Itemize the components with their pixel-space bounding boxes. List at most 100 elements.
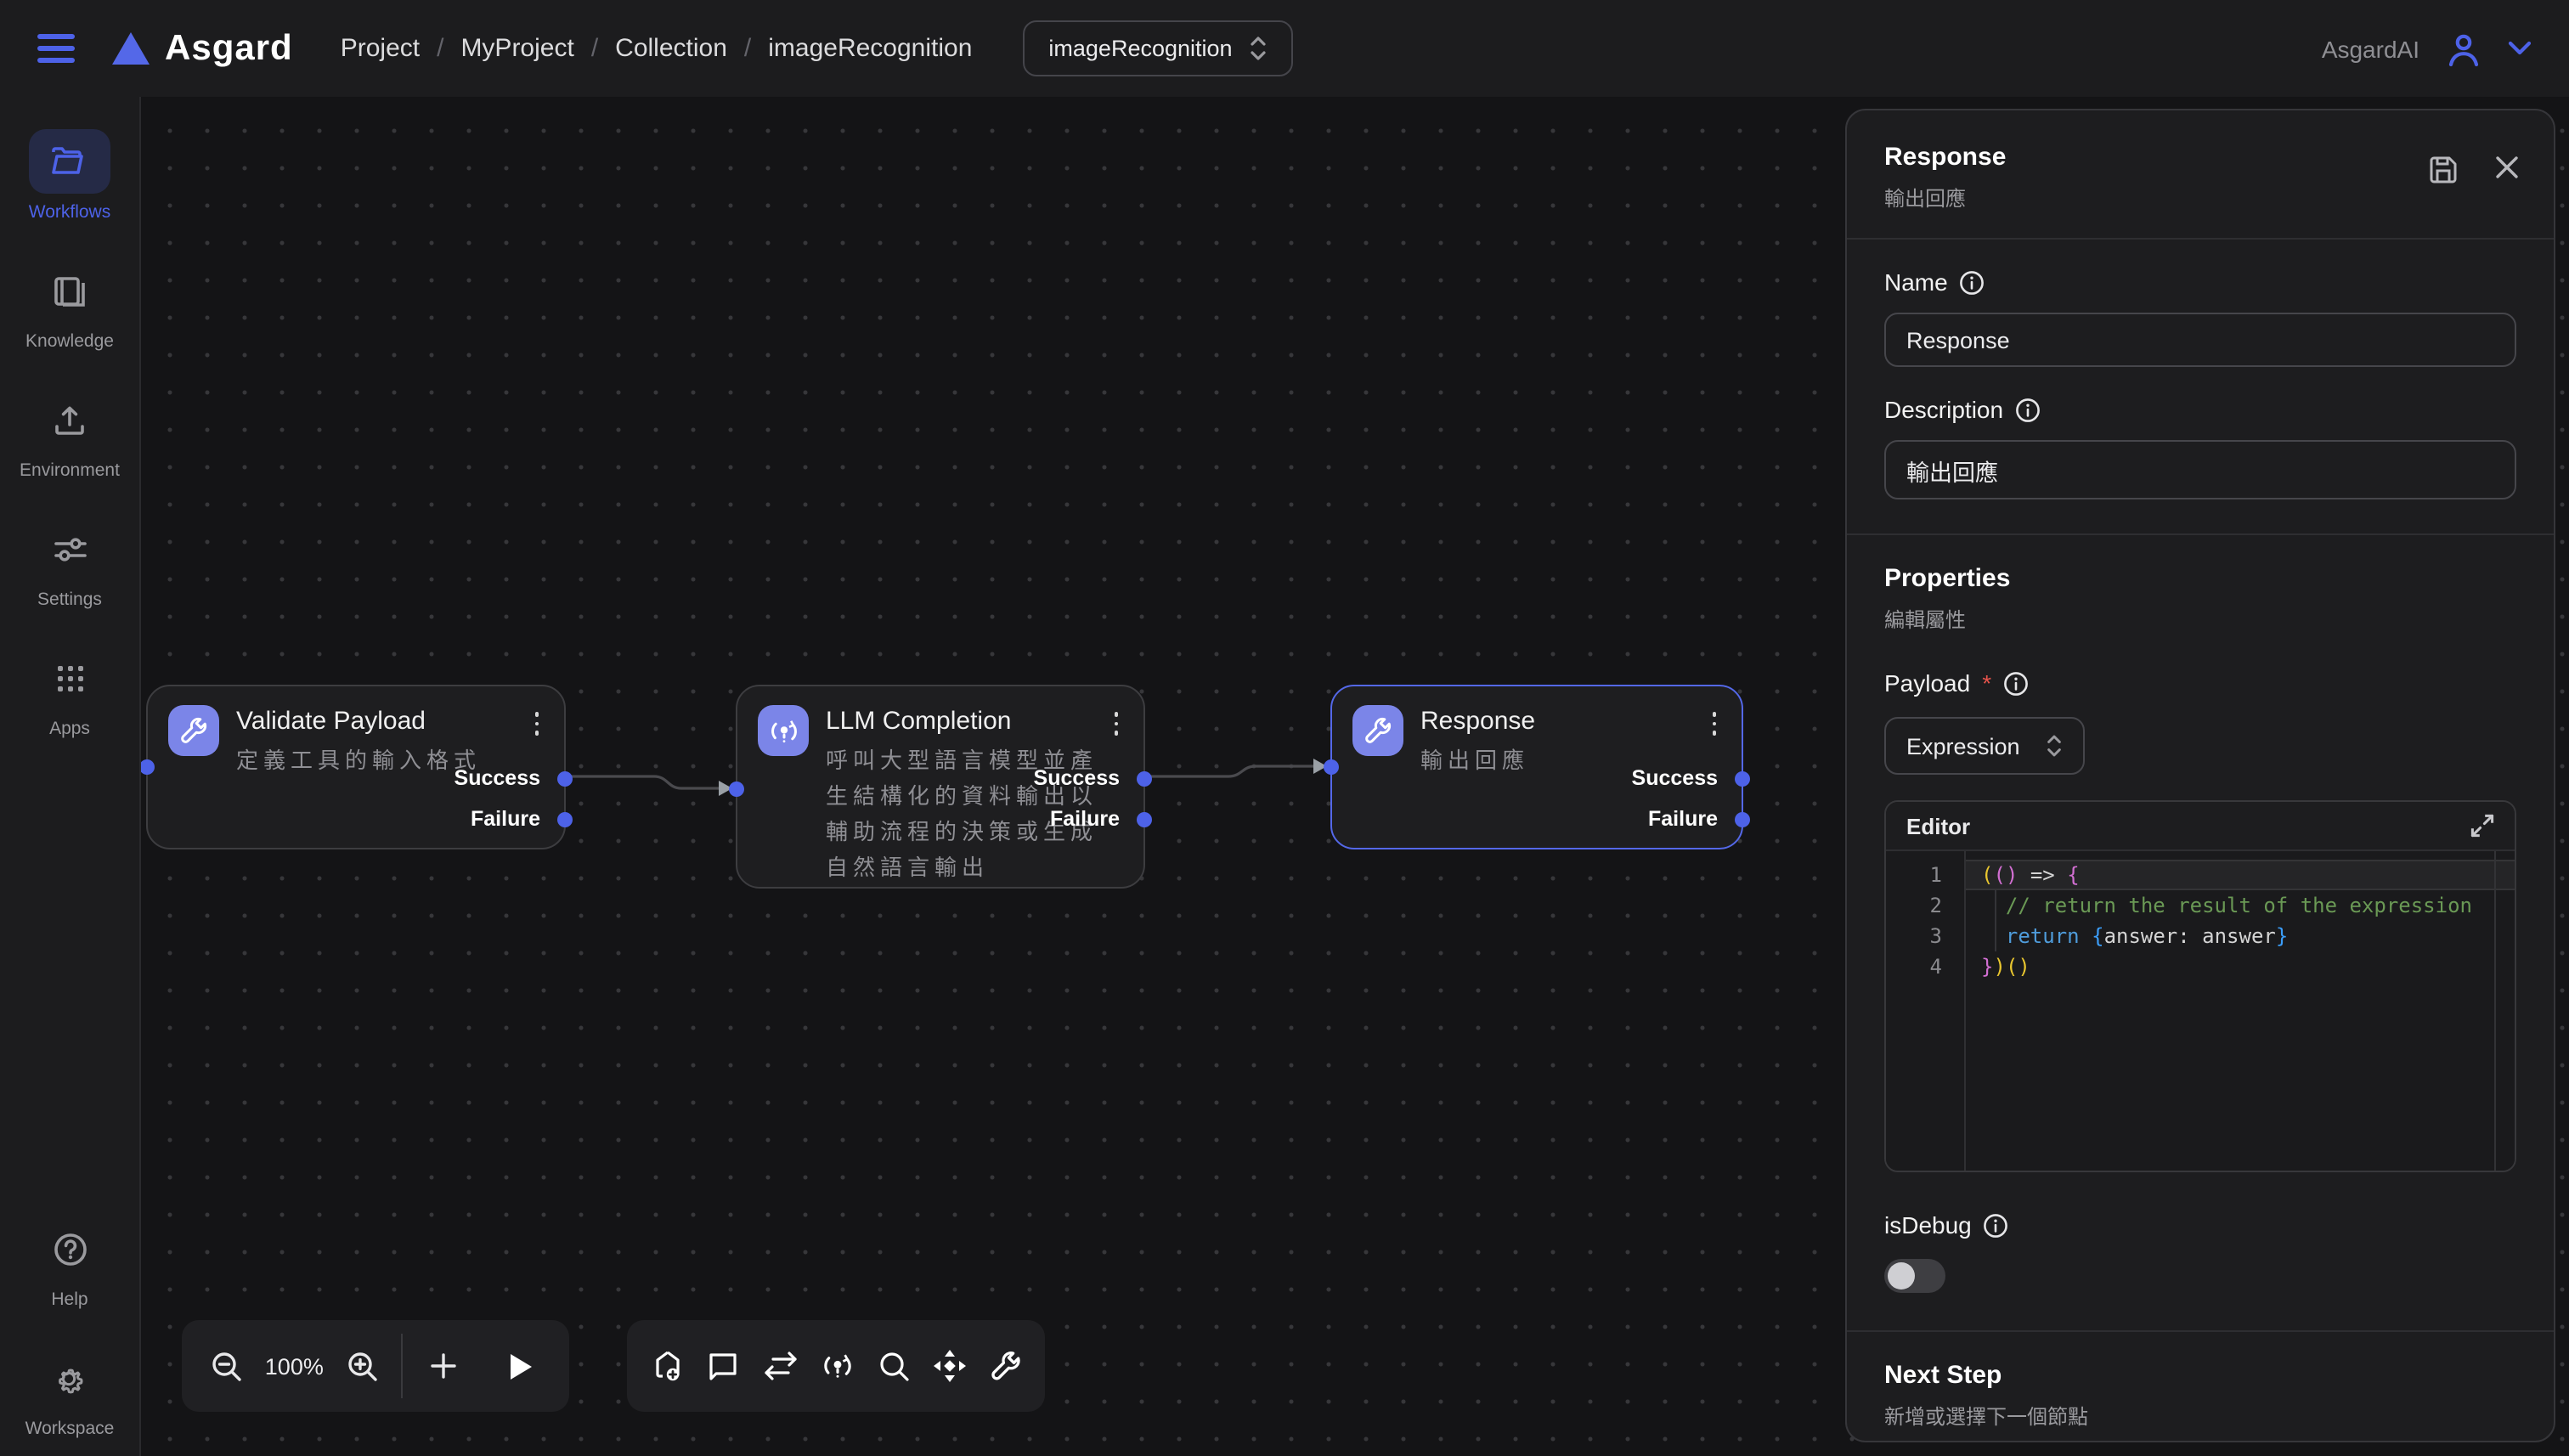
llm-refresh-icon[interactable] <box>821 1349 855 1383</box>
node-config-panel: Response 輸出回應 Name Response <box>1845 109 2555 1442</box>
panel-properties-section: Properties 編輯屬性 Payload * Expression Edi… <box>1847 535 2554 1330</box>
required-mark: * <box>1982 669 1991 697</box>
node-llm-completion[interactable]: LLM Completion 呼叫大型語言模型並產生結構化的資料輸出以輔助流程的… <box>736 685 1145 889</box>
node-title: Response <box>1420 707 1535 736</box>
code-editor-area[interactable]: 1 (() => { 2 // return the result of the… <box>1886 851 2515 1171</box>
sliders-icon <box>52 534 88 563</box>
app-root: Asgard Project / MyProject / Collection … <box>0 0 2569 1456</box>
payload-label: Payload <box>1884 669 1970 697</box>
name-label: Name <box>1884 268 1948 296</box>
wrench-icon <box>1352 705 1403 756</box>
isdebug-toggle[interactable] <box>1884 1259 1945 1293</box>
user-label: AsgardAI <box>2322 35 2419 62</box>
node-output-failure: Failure <box>1648 807 1718 831</box>
move-diamond-icon[interactable] <box>933 1349 967 1383</box>
success-port[interactable] <box>1137 770 1152 786</box>
add-node-icon[interactable] <box>650 1349 684 1383</box>
unfold-chevrons-icon <box>2046 734 2063 758</box>
info-icon[interactable] <box>2015 397 2041 422</box>
upload-icon <box>53 404 87 436</box>
close-icon[interactable] <box>2494 155 2520 180</box>
failure-port[interactable] <box>1735 811 1750 827</box>
user-menu-chevron-down-icon[interactable] <box>2508 41 2532 56</box>
sidebar-item-label: Workspace <box>25 1419 115 1439</box>
sidebar-item-workspace[interactable]: Workspace <box>25 1346 115 1439</box>
properties-title: Properties <box>1884 564 2516 593</box>
help-circle-icon <box>52 1231 88 1267</box>
sidebar-item-apps[interactable]: Apps <box>29 646 110 739</box>
sidebar-item-label: Workflows <box>29 202 110 223</box>
comment-icon[interactable] <box>707 1350 739 1382</box>
node-menu-kebab-icon[interactable] <box>531 708 542 738</box>
node-output-failure: Failure <box>471 807 540 831</box>
node-response[interactable]: Response 輸出回應 Success Failure <box>1330 685 1743 849</box>
sidebar-item-label: Apps <box>49 719 90 739</box>
app-logo[interactable]: Asgard <box>112 28 293 69</box>
breadcrumb: Project / MyProject / Collection / image… <box>341 34 973 63</box>
sidebar-item-settings[interactable]: Settings <box>29 516 110 610</box>
logo-text: Asgard <box>165 28 293 69</box>
expand-fullscreen-icon[interactable] <box>2470 814 2494 838</box>
zoom-toolbar: 100% <box>182 1320 569 1412</box>
sidebar-item-workflows[interactable]: Workflows <box>29 129 110 223</box>
node-validate-payload[interactable]: Validate Payload 定義工具的輸入格式 Success Failu… <box>146 685 566 849</box>
breadcrumb-project[interactable]: Project <box>341 34 420 63</box>
code-line-1: 1 (() => { <box>1886 860 2515 890</box>
breadcrumb-myproject[interactable]: MyProject <box>460 34 573 63</box>
swap-arrows-icon[interactable] <box>762 1351 798 1381</box>
left-sidebar: Workflows Knowledge Environment <box>0 97 141 1456</box>
info-icon[interactable] <box>1960 269 1985 295</box>
workflow-selector-dropdown[interactable]: imageRecognition <box>1023 20 1293 76</box>
node-output-success: Success <box>1034 766 1120 790</box>
payload-type-value: Expression <box>1906 733 2020 759</box>
description-label: Description <box>1884 396 2003 423</box>
sidebar-item-knowledge[interactable]: Knowledge <box>25 258 114 352</box>
search-icon[interactable] <box>878 1350 910 1382</box>
failure-port[interactable] <box>557 811 573 827</box>
sidebar-item-help[interactable]: Help <box>29 1216 110 1310</box>
zoom-in-button[interactable] <box>329 1350 397 1382</box>
toggle-knob <box>1888 1262 1915 1290</box>
sidebar-item-label: Help <box>51 1290 88 1310</box>
hamburger-menu-icon[interactable] <box>37 34 75 63</box>
info-icon[interactable] <box>1984 1212 2009 1238</box>
zoom-level-value: 100% <box>265 1353 324 1379</box>
editor-scrollbar[interactable] <box>2494 851 2496 1171</box>
zoom-out-button[interactable] <box>192 1350 260 1382</box>
code-line-2: 2 // return the result of the expression <box>1886 890 2515 921</box>
node-menu-kebab-icon[interactable] <box>1708 708 1719 738</box>
next-step-title: Next Step <box>1884 1361 2516 1390</box>
info-icon[interactable] <box>2003 670 2029 696</box>
next-step-subtitle: 新增或選擇下一個節點 <box>1884 1402 2516 1431</box>
panel-basic-section: Name Response Description 輸出回應 <box>1847 240 2554 533</box>
node-title: Validate Payload <box>236 707 426 736</box>
success-port[interactable] <box>1735 770 1750 786</box>
breadcrumb-separator: / <box>591 34 598 63</box>
sidebar-item-environment[interactable]: Environment <box>20 387 120 481</box>
payload-type-dropdown[interactable]: Expression <box>1884 717 2085 775</box>
node-menu-kebab-icon[interactable] <box>1110 708 1121 738</box>
failure-port[interactable] <box>1137 811 1152 827</box>
breadcrumb-separator: / <box>744 34 751 63</box>
canvas-tools-toolbar <box>627 1320 1045 1412</box>
add-button[interactable] <box>408 1352 479 1380</box>
wrench-icon <box>168 705 219 756</box>
node-output-failure: Failure <box>1050 807 1120 831</box>
breadcrumb-collection[interactable]: Collection <box>615 34 727 63</box>
run-play-button[interactable] <box>484 1352 559 1380</box>
wrench-tool-icon[interactable] <box>990 1350 1022 1382</box>
panel-header: Response 輸出回應 <box>1847 110 2554 238</box>
input-port[interactable] <box>729 782 744 797</box>
success-port[interactable] <box>557 770 573 786</box>
input-port[interactable] <box>1324 759 1339 775</box>
save-icon[interactable] <box>2428 155 2459 185</box>
name-input[interactable]: Response <box>1884 313 2516 367</box>
breadcrumb-workflow[interactable]: imageRecognition <box>768 34 972 63</box>
input-port[interactable] <box>139 759 155 775</box>
user-avatar-icon[interactable] <box>2445 30 2482 67</box>
description-input[interactable]: 輸出回應 <box>1884 440 2516 499</box>
editor-title: Editor <box>1906 813 1970 838</box>
panel-title: Response <box>1884 143 2516 172</box>
llm-bulb-icon <box>758 705 809 756</box>
panel-subtitle: 輸出回應 <box>1884 183 2516 212</box>
